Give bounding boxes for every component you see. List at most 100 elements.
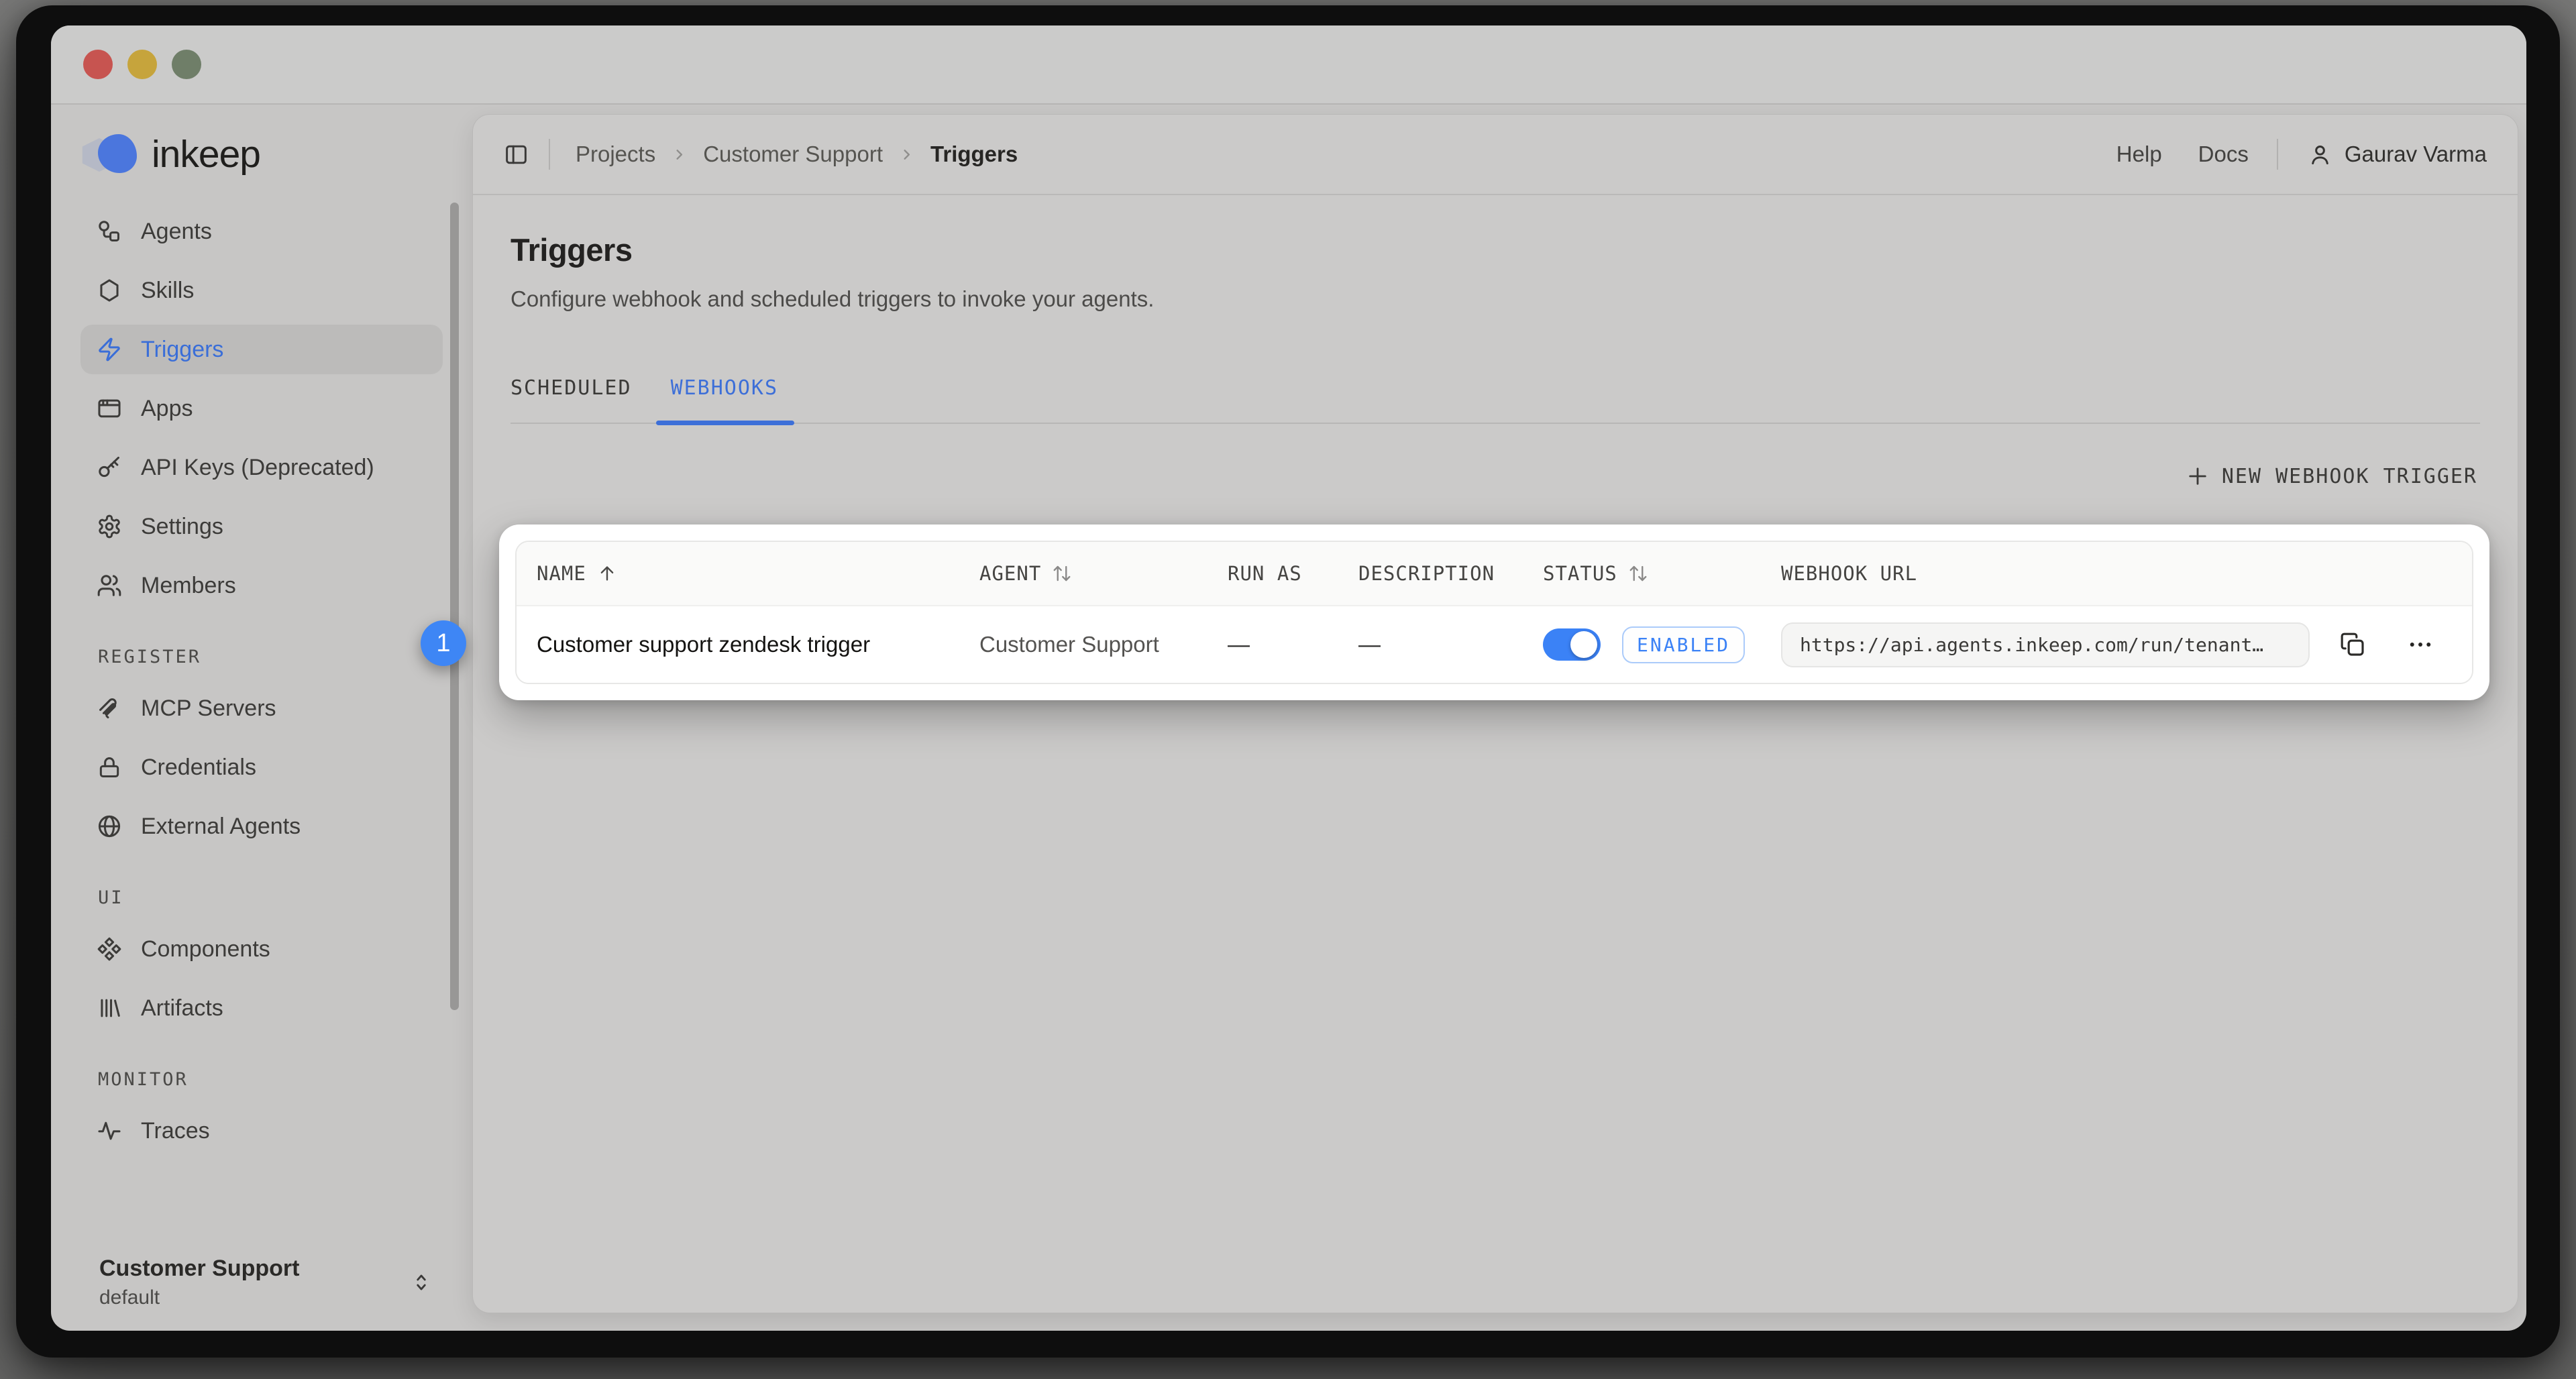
tab-scheduled[interactable]: SCHEDULED: [511, 376, 632, 423]
project-switcher[interactable]: Customer Support default: [80, 1256, 445, 1309]
sidebar-item-skills[interactable]: Skills: [80, 266, 443, 315]
page-header: Projects Customer Support Triggers Help …: [473, 115, 2518, 195]
breadcrumb-triggers: Triggers: [930, 142, 1018, 167]
sort-icon: [1052, 563, 1072, 584]
sidebar-item-label: Apps: [141, 396, 193, 422]
sidebar-item-label: Credentials: [141, 755, 256, 781]
column-header-status[interactable]: STATUS: [1543, 562, 1781, 585]
sidebar-item-label: Components: [141, 936, 270, 962]
sidebar-item-label: Settings: [141, 514, 223, 540]
status-toggle[interactable]: [1543, 628, 1601, 661]
sidebar-scrollbar[interactable]: [450, 203, 459, 1010]
webhook-url-field[interactable]: https://api.agents.inkeep.com/run/tenant…: [1781, 622, 2310, 667]
sidebar-item-label: Traces: [141, 1118, 210, 1144]
column-header-agent[interactable]: AGENT: [979, 562, 1228, 585]
sidebar-item-label: Agents: [141, 219, 212, 245]
actions-row: NEW WEBHOOK TRIGGER: [511, 459, 2480, 494]
trigger-agent-cell: Customer Support: [979, 632, 1228, 657]
minimize-window-button[interactable]: [127, 50, 157, 79]
status-badge: ENABLED: [1622, 626, 1745, 663]
chevron-right-icon: [898, 146, 916, 164]
sidebar-item-label: MCP Servers: [141, 696, 276, 722]
user-icon: [2308, 142, 2332, 167]
sidebar-section-ui: UI: [80, 887, 443, 908]
page-title: Triggers: [511, 231, 2480, 268]
workflow-icon: [97, 219, 122, 244]
zap-icon: [97, 337, 122, 362]
lock-icon: [97, 755, 122, 780]
sidebar-item-api-keys[interactable]: API Keys (Deprecated): [80, 443, 443, 492]
library-icon: [97, 995, 122, 1021]
mcp-icon: [97, 696, 122, 721]
panel-left-icon: [504, 142, 529, 167]
app-window-icon: [97, 396, 122, 421]
sidebar-item-agents[interactable]: Agents: [80, 207, 443, 256]
header-divider: [2277, 139, 2278, 170]
user-name: Gaurav Varma: [2345, 142, 2487, 167]
ellipsis-icon: [2406, 630, 2434, 659]
sidebar-item-external-agents[interactable]: External Agents: [80, 802, 443, 851]
key-icon: [97, 455, 122, 480]
sidebar-item-label: External Agents: [141, 814, 301, 840]
sidebar-item-traces[interactable]: Traces: [80, 1106, 443, 1156]
sort-icon: [1628, 563, 1648, 584]
trigger-webhook-url-cell: https://api.agents.inkeep.com/run/tenant…: [1781, 622, 2452, 667]
chevron-right-icon: [670, 146, 688, 164]
trigger-status-cell: ENABLED: [1543, 626, 1781, 663]
hexagon-icon: [97, 278, 122, 303]
breadcrumb-projects[interactable]: Projects: [576, 142, 655, 167]
sidebar-item-label: API Keys (Deprecated): [141, 455, 374, 481]
table-header-row: NAME AGENT RUN AS DESCRIPTION: [517, 542, 2472, 606]
project-switcher-variant: default: [99, 1286, 299, 1309]
new-webhook-trigger-button[interactable]: NEW WEBHOOK TRIGGER: [2183, 459, 2480, 494]
plus-icon: [2186, 464, 2210, 488]
column-header-name[interactable]: NAME: [537, 562, 979, 585]
activity-icon: [97, 1118, 122, 1144]
sidebar-item-apps[interactable]: Apps: [80, 384, 443, 433]
inkeep-logo-text: inkeep: [152, 132, 260, 176]
sidebar-item-label: Artifacts: [141, 995, 223, 1022]
sidebar-item-triggers[interactable]: Triggers: [80, 325, 443, 374]
sidebar-item-mcp-servers[interactable]: MCP Servers: [80, 683, 443, 733]
sidebar-item-label: Members: [141, 573, 236, 599]
new-webhook-trigger-label: NEW WEBHOOK TRIGGER: [2222, 465, 2477, 488]
table-row[interactable]: Customer support zendesk trigger Custome…: [517, 606, 2472, 683]
page-content: Triggers Configure webhook and scheduled…: [473, 195, 2518, 1313]
sidebar-item-artifacts[interactable]: Artifacts: [80, 983, 443, 1033]
trigger-description-cell: —: [1358, 632, 1543, 657]
sidebar-item-label: Skills: [141, 278, 194, 304]
globe-icon: [97, 814, 122, 839]
tab-webhooks[interactable]: WEBHOOKS: [671, 376, 779, 423]
sidebar-item-settings[interactable]: Settings: [80, 502, 443, 551]
sidebar-item-members[interactable]: Members: [80, 561, 443, 610]
app-body: inkeep Agents Skills Trig: [51, 105, 2526, 1331]
close-window-button[interactable]: [83, 50, 113, 79]
docs-link[interactable]: Docs: [2198, 142, 2249, 167]
column-header-description: DESCRIPTION: [1358, 562, 1543, 585]
help-link[interactable]: Help: [2116, 142, 2162, 167]
header-divider: [549, 139, 550, 170]
inkeep-logo: inkeep: [80, 131, 443, 177]
sort-ascending-icon: [597, 563, 617, 584]
app-window: inkeep Agents Skills Trig: [51, 25, 2526, 1331]
sidebar-item-credentials[interactable]: Credentials: [80, 742, 443, 792]
user-menu[interactable]: Gaurav Varma: [2308, 142, 2487, 167]
triggers-table-card: NAME AGENT RUN AS DESCRIPTION: [499, 525, 2489, 700]
zoom-window-button[interactable]: [172, 50, 201, 79]
main-panel: Projects Customer Support Triggers Help …: [472, 114, 2518, 1313]
sidebar-nav: Agents Skills Triggers Apps: [80, 207, 443, 610]
breadcrumb: Projects Customer Support Triggers: [576, 142, 1018, 167]
desktop-background: inkeep Agents Skills Trig: [0, 0, 2576, 1379]
tabs: SCHEDULED WEBHOOKS: [511, 376, 2480, 424]
component-icon: [97, 936, 122, 962]
row-actions-button[interactable]: [2406, 630, 2434, 659]
sidebar: inkeep Agents Skills Trig: [51, 105, 472, 1331]
project-switcher-name: Customer Support: [99, 1256, 299, 1282]
copy-url-button[interactable]: [2339, 631, 2366, 658]
sidebar-item-label: Triggers: [141, 337, 223, 363]
sidebar-item-components[interactable]: Components: [80, 924, 443, 974]
breadcrumb-customer-support[interactable]: Customer Support: [703, 142, 883, 167]
trigger-run-as-cell: —: [1228, 632, 1358, 657]
sidebar-toggle-button[interactable]: [504, 142, 529, 167]
page-subtitle: Configure webhook and scheduled triggers…: [511, 286, 2480, 312]
